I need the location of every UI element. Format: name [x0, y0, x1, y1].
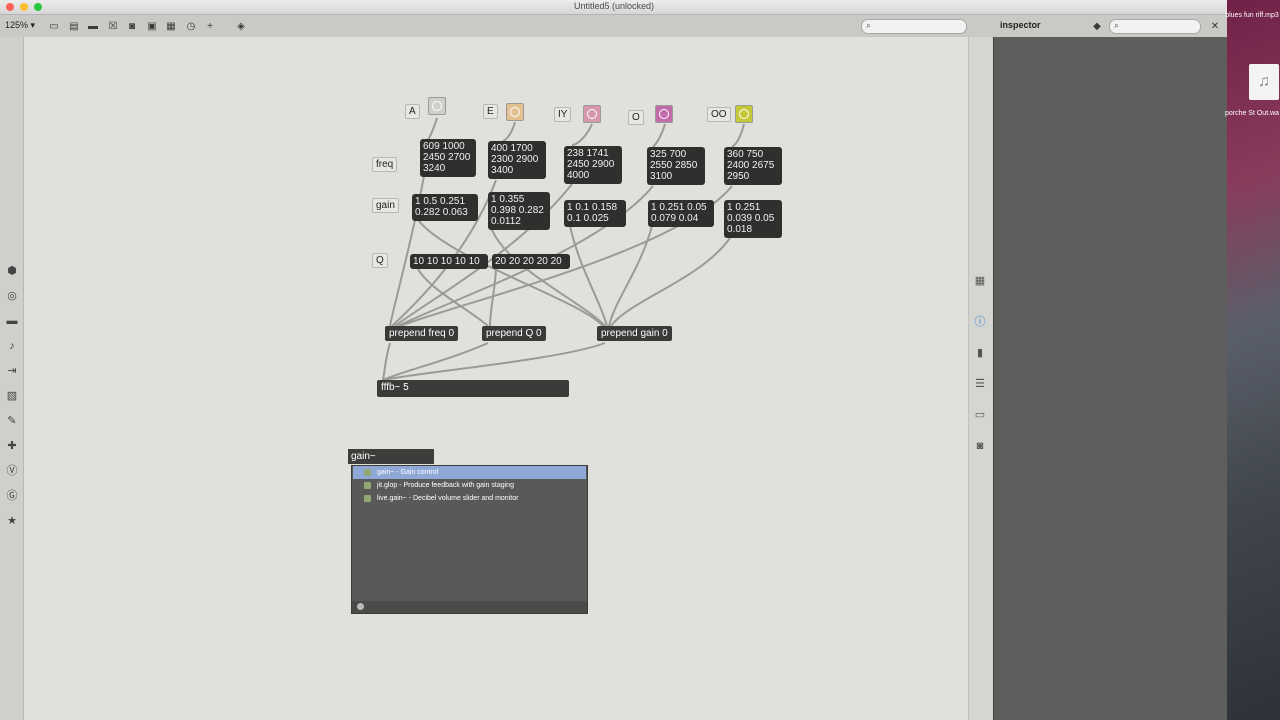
info-icon[interactable]	[357, 603, 364, 610]
object-icon	[364, 469, 371, 476]
q-message-10[interactable]: 10 10 10 10 10	[410, 254, 488, 269]
gain-message-e[interactable]: 1 0.355 0.398 0.282 0.0112	[488, 192, 550, 230]
gain-message-iy[interactable]: 1 0.1 0.158 0.1 0.025	[564, 200, 626, 227]
info-icon[interactable]: ⓘ	[973, 315, 987, 329]
autocomplete-item-gain[interactable]: gain~ - Gain control	[353, 466, 586, 479]
object-icon	[364, 495, 371, 502]
prepend-freq-object[interactable]: prepend freq 0	[385, 326, 459, 341]
freq-message-iy[interactable]: 238 1741 2450 2900 4000	[564, 146, 622, 184]
bang-button-e[interactable]	[506, 103, 524, 121]
freq-message-oo[interactable]: 360 750 2400 2675 2950	[724, 147, 782, 185]
desktop-background: blues fun riff.mp3 ♫ porche St Out.wa	[1224, 0, 1280, 720]
vowel-label-oo: OO	[707, 107, 731, 122]
q-label: Q	[372, 253, 388, 268]
freq-message-a[interactable]: 609 1000 2450 2700 3240	[420, 139, 476, 177]
q-message-20[interactable]: 20 20 20 20 20	[492, 254, 570, 269]
snapshot-icon[interactable]: ◙	[973, 439, 987, 453]
freq-label: freq	[372, 157, 398, 172]
bang-button-oo[interactable]	[735, 105, 753, 123]
vowel-label-o: O	[628, 110, 644, 125]
gain-label: gain	[372, 198, 399, 213]
prepend-gain-object[interactable]: prepend gain 0	[597, 326, 672, 341]
autocomplete-item-jitglop[interactable]: jit.glop - Produce feedback with gain st…	[353, 479, 586, 492]
bang-button-iy[interactable]	[583, 105, 601, 123]
fffb-object[interactable]: fffb~ 5	[377, 380, 569, 397]
object-icon	[364, 482, 371, 489]
autocomplete-menu: gain~ - Gain control jit.glop - Produce …	[351, 465, 588, 614]
gain-message-oo[interactable]: 1 0.251 0.039 0.05 0.018	[724, 200, 782, 238]
desktop-file-label[interactable]: blues fun riff.mp3	[1224, 12, 1280, 20]
audio-file-icon[interactable]: ♫	[1249, 64, 1279, 100]
freq-message-o[interactable]: 325 700 2550 2850 3100	[647, 147, 705, 185]
vowel-label-a: A	[405, 104, 420, 119]
bang-button-a[interactable]	[428, 97, 446, 115]
vowel-label-iy: IY	[554, 107, 572, 122]
gain-message-a[interactable]: 1 0.5 0.251 0.282 0.063	[412, 194, 478, 221]
prepend-q-object[interactable]: prepend Q 0	[482, 326, 546, 341]
inspector-panel	[993, 37, 1227, 720]
list-icon[interactable]: ☰	[973, 377, 987, 391]
vowel-label-e: E	[483, 104, 498, 119]
new-object-input[interactable]: gain~	[348, 449, 434, 464]
gain-message-o[interactable]: 1 0.251 0.05 0.079 0.04	[648, 200, 714, 227]
book-icon[interactable]: ▮	[973, 346, 987, 360]
autocomplete-footer	[352, 601, 587, 613]
reference-icon[interactable]: ▭	[973, 408, 987, 422]
desktop-file-label[interactable]: porche St Out.wa	[1224, 110, 1280, 118]
freq-message-e[interactable]: 400 1700 2300 2900 3400	[488, 141, 546, 179]
autocomplete-item-livegain[interactable]: live.gain~ - Decibel volume slider and m…	[353, 492, 586, 505]
bang-button-o[interactable]	[655, 105, 673, 123]
grid-icon[interactable]: ▦	[973, 274, 987, 288]
